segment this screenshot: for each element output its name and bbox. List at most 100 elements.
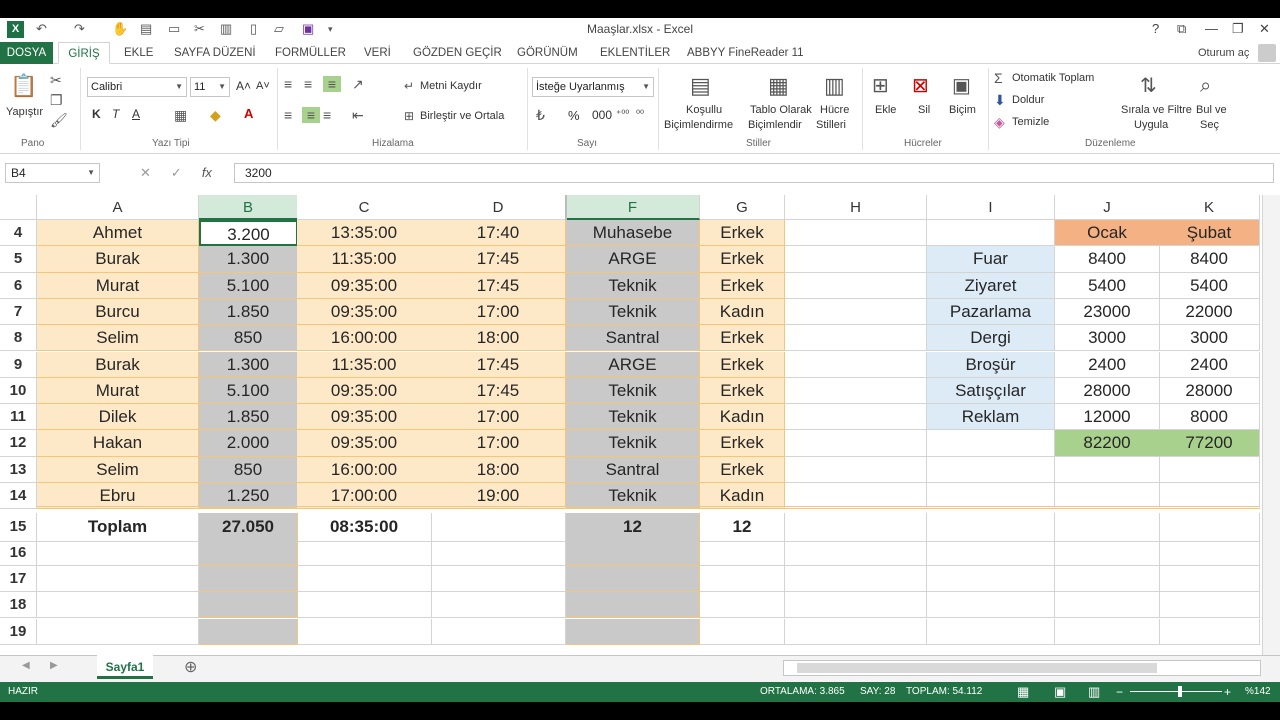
cell-d5[interactable]: 17:45 bbox=[431, 246, 566, 273]
format-as-table-label-1[interactable]: Tablo Olarak bbox=[750, 104, 812, 117]
cell-g4[interactable]: Erkek bbox=[700, 220, 785, 247]
cell-b19[interactable] bbox=[199, 618, 298, 645]
cell-j14[interactable] bbox=[1055, 483, 1160, 510]
column-header-h[interactable]: H bbox=[785, 195, 927, 220]
cancel-icon[interactable]: ✕ bbox=[140, 165, 151, 180]
cell-g16[interactable] bbox=[700, 539, 785, 566]
cell-f11[interactable]: Teknik bbox=[566, 404, 700, 431]
bold-button[interactable]: K bbox=[92, 108, 101, 121]
cell-d12[interactable]: 17:00 bbox=[431, 430, 566, 457]
cell-k14[interactable] bbox=[1159, 483, 1260, 510]
cell-f19[interactable] bbox=[566, 618, 700, 645]
row-header[interactable]: 13 bbox=[0, 456, 37, 483]
cell-d15[interactable] bbox=[431, 513, 566, 542]
row-header[interactable]: 12 bbox=[0, 430, 37, 457]
cell-i13[interactable] bbox=[927, 456, 1055, 483]
cell-k15[interactable] bbox=[1159, 513, 1260, 542]
row-header[interactable]: 15 bbox=[0, 513, 37, 542]
cell-j11[interactable]: 12000 bbox=[1055, 404, 1160, 431]
cell-f14[interactable]: Teknik bbox=[566, 483, 700, 510]
cell-h14[interactable] bbox=[785, 483, 927, 510]
cell-g14[interactable]: Kadın bbox=[700, 483, 785, 510]
percent-button[interactable]: % bbox=[568, 109, 580, 122]
cell-a10[interactable]: Murat bbox=[37, 377, 199, 405]
cell-h18[interactable] bbox=[785, 592, 927, 619]
cell-d18[interactable] bbox=[431, 592, 566, 619]
cell-c17[interactable] bbox=[297, 565, 432, 593]
tab-review[interactable]: GÖZDEN GEÇİR bbox=[413, 42, 502, 64]
help-icon[interactable]: ? bbox=[1152, 20, 1159, 38]
cell-k5[interactable]: 8400 bbox=[1159, 246, 1260, 273]
cell-b16[interactable] bbox=[199, 539, 298, 566]
cell-i6[interactable]: Ziyaret bbox=[927, 272, 1055, 299]
cell-f9[interactable]: ARGE bbox=[566, 351, 700, 378]
cell-i12[interactable] bbox=[927, 430, 1055, 457]
align-bottom-icon[interactable]: ≡ bbox=[323, 76, 341, 92]
cell-j4[interactable]: Ocak bbox=[1055, 220, 1160, 247]
cell-j10[interactable]: 28000 bbox=[1055, 377, 1160, 405]
cell-d19[interactable] bbox=[431, 618, 566, 645]
cell-j5[interactable]: 8400 bbox=[1055, 246, 1160, 273]
minimize-icon[interactable]: — bbox=[1205, 20, 1218, 38]
cell-i14[interactable] bbox=[927, 483, 1055, 510]
cell-i11[interactable]: Reklam bbox=[927, 404, 1055, 431]
zoom-slider-thumb[interactable] bbox=[1178, 686, 1182, 697]
cell-d4[interactable]: 17:40 bbox=[431, 220, 566, 247]
cell-c13[interactable]: 16:00:00 bbox=[297, 456, 432, 483]
cell-g13[interactable]: Erkek bbox=[700, 456, 785, 483]
cell-b14[interactable]: 1.250 bbox=[199, 483, 298, 510]
column-header-b[interactable]: B bbox=[199, 195, 298, 220]
shrink-font-button[interactable]: A˅ bbox=[256, 80, 270, 93]
cell-c10[interactable]: 09:35:00 bbox=[297, 377, 432, 405]
cell-h13[interactable] bbox=[785, 456, 927, 483]
cell-c18[interactable] bbox=[297, 592, 432, 619]
cell-b18[interactable] bbox=[199, 592, 298, 619]
tab-file[interactable]: DOSYA bbox=[0, 42, 53, 64]
cell-j6[interactable]: 5400 bbox=[1055, 272, 1160, 299]
cell-b10[interactable]: 5.100 bbox=[199, 377, 298, 405]
cell-c15[interactable]: 08:35:00 bbox=[297, 513, 432, 542]
row-header[interactable]: 9 bbox=[0, 351, 37, 378]
cell-i9[interactable]: Broşür bbox=[927, 351, 1055, 378]
fill-color-icon[interactable]: ◆ bbox=[210, 107, 221, 123]
cell-a15[interactable]: Toplam bbox=[37, 513, 199, 542]
insert-function-button[interactable]: fx bbox=[202, 165, 212, 180]
increase-decimal-button[interactable]: ⁺⁰⁰ bbox=[616, 108, 629, 121]
cell-b8[interactable]: 850 bbox=[199, 325, 298, 352]
zoom-out-icon[interactable]: − bbox=[1116, 682, 1123, 702]
user-avatar[interactable] bbox=[1258, 44, 1276, 62]
tab-addins[interactable]: EKLENTİLER bbox=[600, 42, 670, 64]
decrease-decimal-button[interactable]: ⁰⁰ bbox=[636, 108, 644, 121]
cell-g15[interactable]: 12 bbox=[700, 513, 785, 542]
zoom-level[interactable]: %142 bbox=[1245, 682, 1271, 702]
cell-i16[interactable] bbox=[927, 539, 1055, 566]
cell-k9[interactable]: 2400 bbox=[1159, 351, 1260, 378]
cell-h7[interactable] bbox=[785, 298, 927, 326]
borders-icon[interactable]: ▦ bbox=[174, 107, 187, 123]
cell-k10[interactable]: 28000 bbox=[1159, 377, 1260, 405]
column-header-d[interactable]: D bbox=[431, 195, 566, 220]
cell-c9[interactable]: 11:35:00 bbox=[297, 351, 432, 378]
formula-input[interactable]: 3200 bbox=[234, 163, 1274, 183]
cell-j18[interactable] bbox=[1055, 592, 1160, 619]
sign-in-link[interactable]: Oturum aç bbox=[1198, 42, 1249, 64]
align-top-icon[interactable]: ≡ bbox=[284, 76, 292, 92]
select-all-corner[interactable] bbox=[0, 195, 37, 220]
row-header[interactable]: 10 bbox=[0, 377, 37, 405]
cell-h16[interactable] bbox=[785, 539, 927, 566]
cell-f18[interactable] bbox=[566, 592, 700, 619]
cell-b11[interactable]: 1.850 bbox=[199, 404, 298, 431]
fill-button[interactable]: Doldur bbox=[1012, 94, 1044, 107]
cell-g6[interactable]: Erkek bbox=[700, 272, 785, 299]
cell-h4[interactable] bbox=[785, 220, 927, 247]
cell-g17[interactable] bbox=[700, 565, 785, 593]
cell-c19[interactable] bbox=[297, 618, 432, 645]
tab-view[interactable]: GÖRÜNÜM bbox=[517, 42, 578, 64]
cell-d11[interactable]: 17:00 bbox=[431, 404, 566, 431]
cell-k17[interactable] bbox=[1159, 565, 1260, 593]
cell-h11[interactable] bbox=[785, 404, 927, 431]
cell-f5[interactable]: ARGE bbox=[566, 246, 700, 273]
cell-i8[interactable]: Dergi bbox=[927, 325, 1055, 352]
row-header[interactable]: 18 bbox=[0, 592, 37, 619]
cell-c5[interactable]: 11:35:00 bbox=[297, 246, 432, 273]
